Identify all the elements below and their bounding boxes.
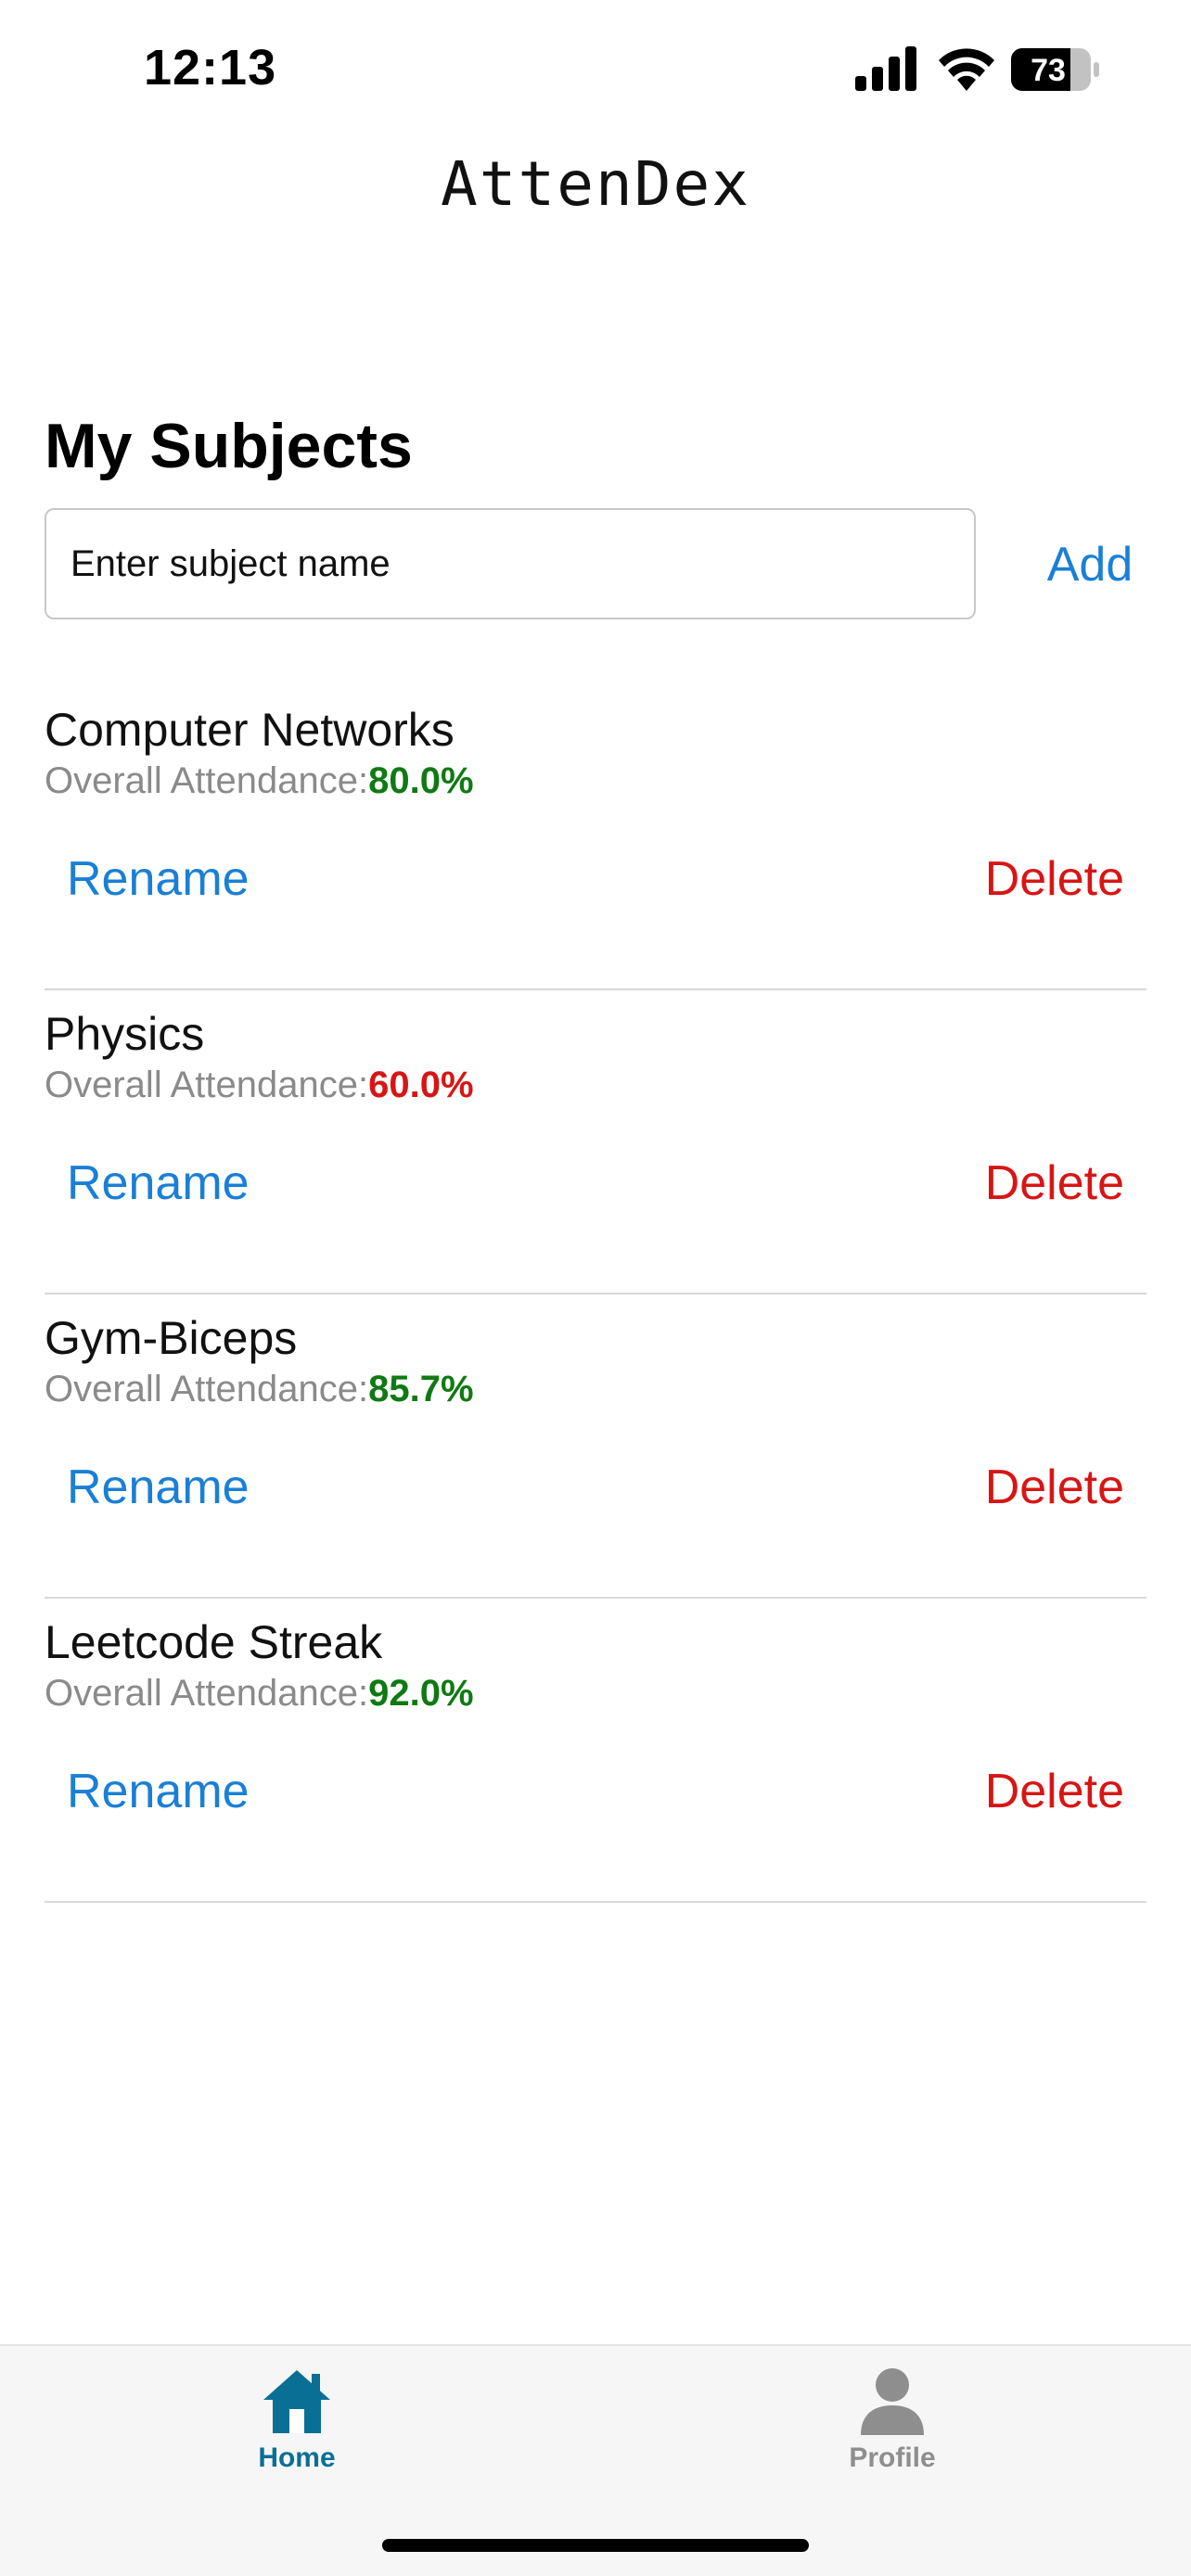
attendance-label: Overall Attendance: <box>45 760 369 801</box>
tab-label: Home <box>258 2442 336 2473</box>
attendance-value: 85.7% <box>368 1369 474 1409</box>
attendance-value: 80.0% <box>368 760 474 801</box>
signal-icon <box>855 46 916 91</box>
app-title: AttenDex <box>441 148 750 220</box>
delete-button[interactable]: Delete <box>985 1155 1124 1211</box>
subject-card: Computer Networks Overall Attendance:80.… <box>45 686 1146 990</box>
rename-button[interactable]: Rename <box>67 1460 250 1515</box>
rename-button[interactable]: Rename <box>67 851 250 907</box>
home-indicator[interactable] <box>382 2539 809 2552</box>
attendance-label: Overall Attendance: <box>45 1673 369 1714</box>
tab-home[interactable]: Home <box>186 2365 408 2504</box>
add-subject-button[interactable]: Add <box>1020 532 1159 597</box>
tab-profile[interactable]: Profile <box>781 2365 1004 2504</box>
subject-list: Computer Networks Overall Attendance:80.… <box>45 686 1146 1903</box>
attendance-label: Overall Attendance: <box>45 1065 369 1105</box>
subject-name: Physics <box>45 1008 205 1060</box>
rename-button[interactable]: Rename <box>67 1764 250 1819</box>
status-bar: 12:13 73 <box>0 0 1191 139</box>
attendance-row: Overall Attendance:92.0% <box>45 1673 474 1715</box>
subject-card: Leetcode Streak Overall Attendance:92.0%… <box>45 1599 1146 1903</box>
subject-card: Physics Overall Attendance:60.0% Rename … <box>45 990 1146 1294</box>
subject-card: Gym-Biceps Overall Attendance:85.7% Rena… <box>45 1294 1146 1599</box>
wifi-icon <box>939 48 994 91</box>
battery-level: 73 <box>1031 53 1066 88</box>
app-screen: 12:13 73 AttenDex My Subjects Add Comput… <box>0 0 1191 2576</box>
subject-name: Leetcode Streak <box>45 1616 383 1668</box>
attendance-label: Overall Attendance: <box>45 1369 369 1409</box>
person-icon <box>861 2368 924 2435</box>
subject-name: Gym-Biceps <box>45 1312 298 1364</box>
home-icon <box>263 2370 330 2433</box>
attendance-value: 92.0% <box>368 1673 474 1714</box>
attendance-row: Overall Attendance:85.7% <box>45 1369 474 1410</box>
subject-name: Computer Networks <box>45 704 455 756</box>
delete-button[interactable]: Delete <box>985 1460 1124 1515</box>
divider <box>45 1901 1146 1903</box>
page-title: My Subjects <box>45 411 413 481</box>
battery-icon: 73 <box>1011 48 1099 91</box>
delete-button[interactable]: Delete <box>985 851 1124 907</box>
attendance-row: Overall Attendance:80.0% <box>45 760 474 802</box>
attendance-value: 60.0% <box>368 1065 474 1105</box>
status-time: 12:13 <box>144 40 277 96</box>
delete-button[interactable]: Delete <box>985 1764 1124 1819</box>
subject-name-input[interactable] <box>45 508 976 619</box>
attendance-row: Overall Attendance:60.0% <box>45 1065 474 1106</box>
tab-label: Profile <box>849 2442 936 2473</box>
rename-button[interactable]: Rename <box>67 1155 250 1211</box>
